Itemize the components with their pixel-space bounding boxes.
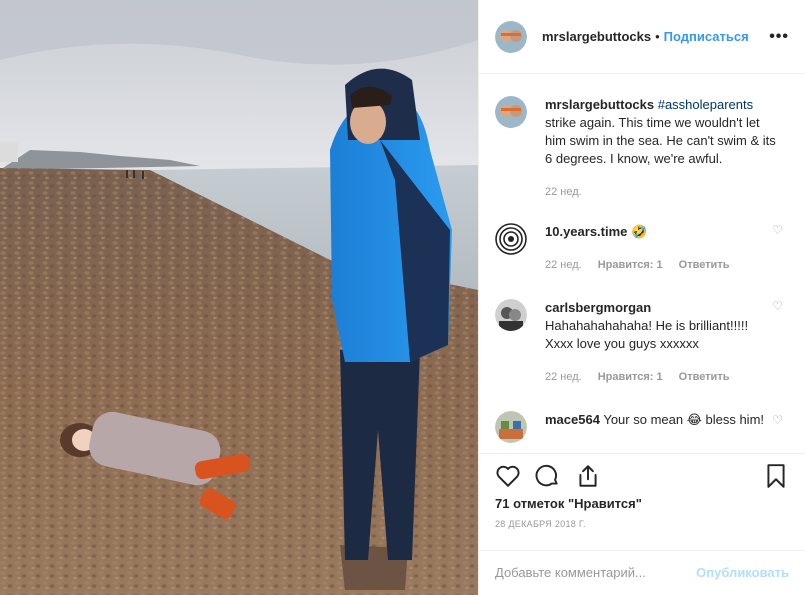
comment-meta: 22 нед. Нравится: 1 Ответить: [545, 368, 777, 386]
reply-button[interactable]: Ответить: [679, 256, 730, 274]
post-date[interactable]: 28 ДЕКАБРЯ 2018 Г.: [479, 511, 805, 529]
comments-list[interactable]: mrslargebuttocks #assholeparents strike …: [479, 75, 805, 453]
caption-comment: mrslargebuttocks #assholeparents strike …: [495, 96, 789, 201]
caption-meta: 22 нед.: [545, 183, 777, 201]
comment-meta: 22 нед. Нравится: 1 Ответить: [545, 256, 777, 274]
instagram-post-modal: mrslargebuttocks • Подписаться ••• mrsla…: [0, 0, 805, 595]
more-horizontal-icon[interactable]: •••: [769, 28, 789, 46]
comment-username[interactable]: mace564: [545, 412, 600, 427]
caption-text: mrslargebuttocks #assholeparents strike …: [545, 96, 777, 168]
header-username[interactable]: mrslargebuttocks: [542, 29, 651, 44]
bookmark-icon[interactable]: [763, 463, 789, 489]
comment-username[interactable]: 10.years.time: [545, 224, 627, 239]
beach-photo-image: [0, 0, 478, 595]
publish-button[interactable]: Опубликовать: [696, 565, 789, 580]
avatar[interactable]: [495, 299, 527, 331]
post-actions: 71 отметок "Нравится" 28 ДЕКАБРЯ 2018 Г.…: [479, 453, 805, 593]
comment-text: Hahahahahahaha! He is brilliant!!!!! Xxx…: [545, 318, 749, 351]
caption-hashtag[interactable]: #assholeparents: [658, 97, 753, 112]
caption-username[interactable]: mrslargebuttocks: [545, 97, 654, 112]
action-icons: [479, 454, 805, 494]
comment-item: 10.years.time 🤣 22 нед. Нравится: 1 Отве…: [495, 223, 789, 274]
share-icon[interactable]: [575, 463, 601, 489]
comment-likes[interactable]: Нравится: 1: [598, 368, 663, 386]
caption-body: strike again. This time we wouldn't let …: [545, 115, 776, 166]
comment-text: 🤣: [631, 224, 648, 239]
comment-time[interactable]: 22 нед.: [545, 368, 582, 386]
comment-bubble-icon[interactable]: [535, 463, 561, 489]
reply-button[interactable]: Ответить: [679, 368, 730, 386]
avatar[interactable]: [495, 411, 527, 443]
comment-text: Your so mean 😂 bless him!: [603, 412, 765, 427]
likes-count[interactable]: 71 отметок "Нравится": [479, 494, 805, 511]
heart-outline-icon[interactable]: ♡: [772, 299, 783, 313]
like-heart-icon[interactable]: [495, 463, 521, 489]
post-sidebar: mrslargebuttocks • Подписаться ••• mrsla…: [478, 0, 805, 595]
avatar[interactable]: [495, 96, 527, 128]
follow-button[interactable]: Подписаться: [664, 29, 749, 44]
add-comment-bar: Добавьте комментарий... Опубликовать: [479, 550, 805, 594]
heart-outline-icon[interactable]: ♡: [772, 413, 783, 427]
post-photo[interactable]: [0, 0, 478, 595]
avatar[interactable]: [495, 20, 527, 53]
comment-item: carlsbergmorgan Hahahahahahaha! He is br…: [495, 299, 789, 386]
avatar[interactable]: [495, 223, 527, 255]
post-header: mrslargebuttocks • Подписаться •••: [479, 0, 805, 74]
caption-time[interactable]: 22 нед.: [545, 183, 582, 201]
comment-input[interactable]: Добавьте комментарий...: [495, 565, 646, 580]
header-separator: •: [655, 29, 660, 44]
heart-outline-icon[interactable]: ♡: [772, 223, 783, 237]
comment-likes[interactable]: Нравится: 1: [598, 256, 663, 274]
comment-username[interactable]: carlsbergmorgan: [545, 300, 651, 315]
comment-time[interactable]: 22 нед.: [545, 256, 582, 274]
comment-item: mace564 Your so mean 😂 bless him! ♡: [495, 411, 789, 443]
